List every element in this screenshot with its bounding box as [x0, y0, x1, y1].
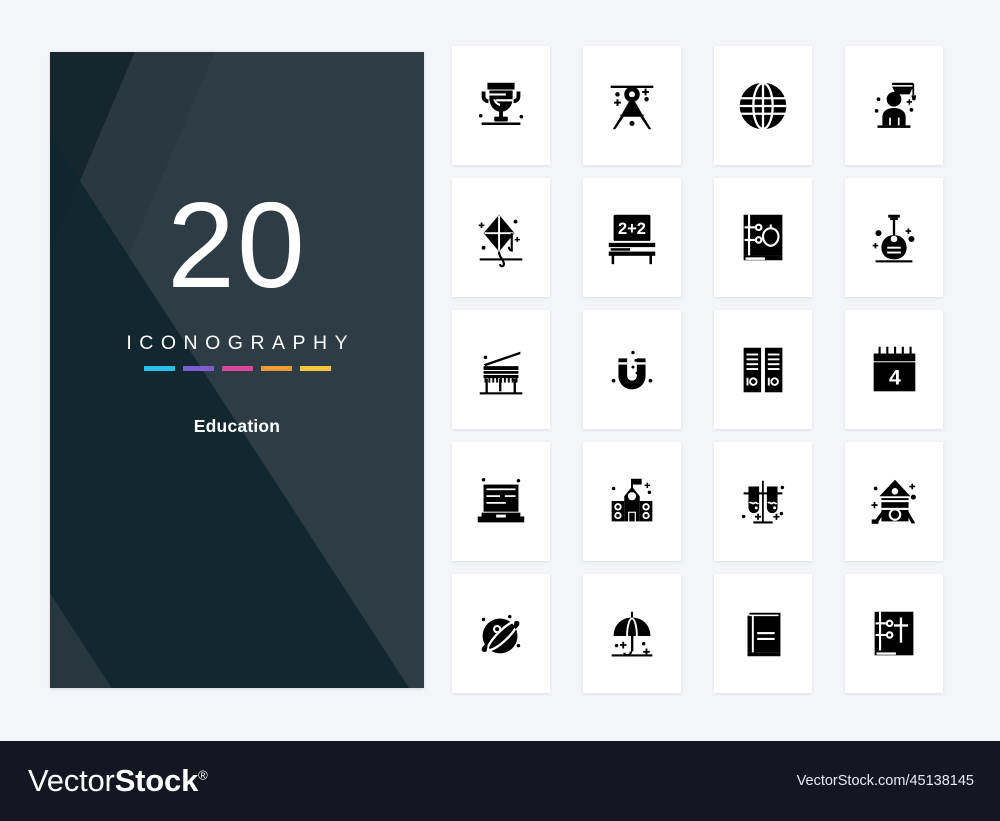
accent-bar-yellow	[299, 366, 331, 371]
test-tubes-icon	[741, 480, 785, 524]
laptop-icon	[477, 477, 525, 522]
icon-cell-calendar[interactable]: 4	[845, 310, 943, 429]
icon-cell-graduate[interactable]	[845, 46, 943, 165]
trophy-icon	[478, 82, 524, 125]
icon-cell-school[interactable]	[583, 442, 681, 561]
magnet-icon	[611, 350, 653, 389]
icon-cell-test-tubes[interactable]	[714, 442, 812, 561]
bible-icon	[874, 611, 914, 655]
registered-mark: ®	[198, 767, 208, 783]
icon-cell-playhouse[interactable]	[845, 442, 943, 561]
guitar-icon	[872, 214, 915, 262]
compass-icon	[610, 85, 654, 129]
book-apple-icon	[743, 214, 783, 260]
blackboard-icon: 2+2	[608, 214, 656, 264]
planet-icon	[481, 614, 521, 653]
accent-color-bars	[143, 366, 331, 371]
subject-label: Education	[193, 416, 281, 436]
iconography-label: ICONOGRAPHY	[126, 332, 356, 354]
icon-cell-magnet[interactable]	[583, 310, 681, 429]
kite-icon	[478, 214, 523, 267]
screenshot-canvas: 20 ICONOGRAPHY Education 2+2 4 VectorSto…	[0, 0, 1000, 821]
icon-cell-kite[interactable]	[452, 178, 550, 297]
icon-cell-binders[interactable]	[714, 310, 812, 429]
svg-text:4: 4	[889, 365, 901, 389]
svg-text:2+2: 2+2	[618, 220, 646, 238]
accent-bar-magenta	[221, 366, 253, 371]
footer-bar: VectorStock® VectorStock.com/45138145	[0, 741, 1000, 821]
icon-cell-closed-book[interactable]	[714, 574, 812, 693]
graduate-icon	[874, 82, 917, 128]
icon-cell-umbrella[interactable]	[583, 574, 681, 693]
image-credit: VectorStock.com/45138145	[796, 773, 974, 789]
brand-bold-text: Stock	[114, 763, 199, 798]
icon-cell-laptop[interactable]	[452, 442, 550, 561]
hero-content: 20 ICONOGRAPHY Education	[50, 52, 424, 688]
icon-cell-blackboard[interactable]: 2+2	[583, 178, 681, 297]
vectorstock-logo: VectorStock®	[28, 763, 208, 799]
icon-cell-globe[interactable]	[714, 46, 812, 165]
binders-icon	[743, 347, 783, 392]
accent-bar-orange	[260, 366, 292, 371]
calendar-icon: 4	[873, 346, 916, 391]
icon-cell-book-apple[interactable]	[714, 178, 812, 297]
umbrella-icon	[611, 611, 653, 656]
icon-cell-planet[interactable]	[452, 574, 550, 693]
accent-bar-purple	[182, 366, 214, 371]
piano-icon	[479, 351, 523, 394]
icon-cell-piano[interactable]	[452, 310, 550, 429]
icon-cell-trophy[interactable]	[452, 46, 550, 165]
icon-cell-bible[interactable]	[845, 574, 943, 693]
school-icon	[611, 478, 653, 521]
playhouse-icon	[871, 479, 916, 524]
icon-count: 20	[167, 177, 307, 313]
icon-grid: 2+2 4	[452, 46, 952, 693]
icon-cell-guitar[interactable]	[845, 178, 943, 297]
hero-panel: 20 ICONOGRAPHY Education	[50, 52, 424, 688]
globe-icon	[739, 81, 787, 130]
closed-book-icon	[747, 612, 781, 656]
brand-light-text: Vector	[28, 763, 115, 798]
accent-bar-cyan	[143, 366, 175, 371]
icon-cell-compass[interactable]	[583, 46, 681, 165]
